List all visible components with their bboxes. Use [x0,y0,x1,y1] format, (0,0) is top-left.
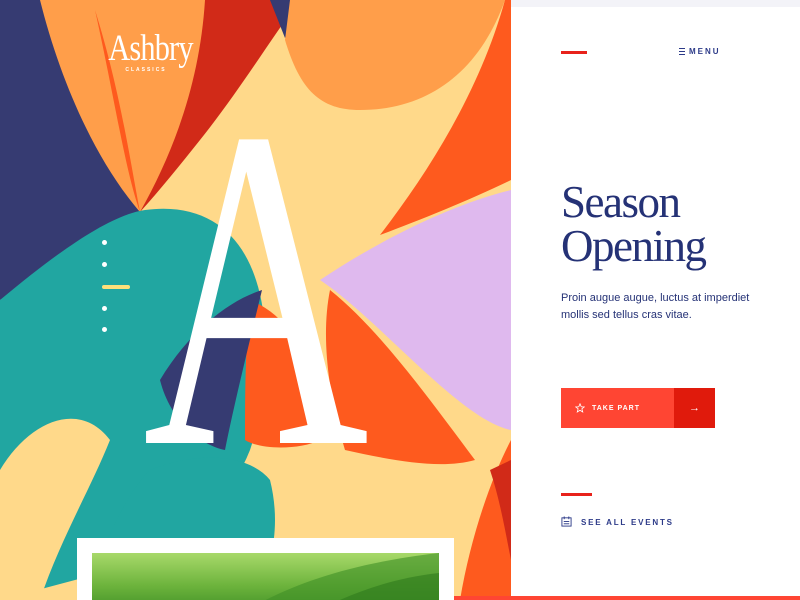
top-accent-line [561,51,587,54]
star-icon [575,403,585,413]
next-slide-thumbnail[interactable] [77,538,454,600]
slider-dot-1[interactable] [102,240,107,245]
menu-button[interactable]: MENU [679,47,721,56]
menu-icon [679,48,685,55]
take-part-label: TAKE PART [592,404,641,412]
bottom-accent-line [561,493,592,496]
title-line-1: Season [561,177,681,227]
slider-dot-4[interactable] [102,306,107,311]
take-part-main[interactable]: TAKE PART [561,388,674,428]
slider-dot-3-active[interactable] [102,285,130,289]
content-panel: MENU Season Opening Proin augue augue, l… [511,7,800,600]
calendar-icon [561,516,572,529]
take-part-button[interactable]: TAKE PART → [561,388,715,428]
slider-dot-2[interactable] [102,262,107,267]
thumbnail-image [92,553,439,600]
description: Proin augue augue, luctus at imperdiet m… [561,292,750,321]
page-title: Season Opening [561,177,707,271]
events-label: SEE ALL EVENTS [581,518,674,527]
hero-letter: A [143,33,369,543]
see-all-events-link[interactable]: SEE ALL EVENTS [561,516,674,529]
slider-dot-5[interactable] [102,327,107,332]
menu-label: MENU [689,47,721,56]
title-line-2: Opening [561,221,707,271]
bottom-accent-bar [454,596,800,600]
arrow-right-icon[interactable]: → [674,388,715,428]
hero-artwork: Ashbry CLASSICS A [0,0,511,600]
